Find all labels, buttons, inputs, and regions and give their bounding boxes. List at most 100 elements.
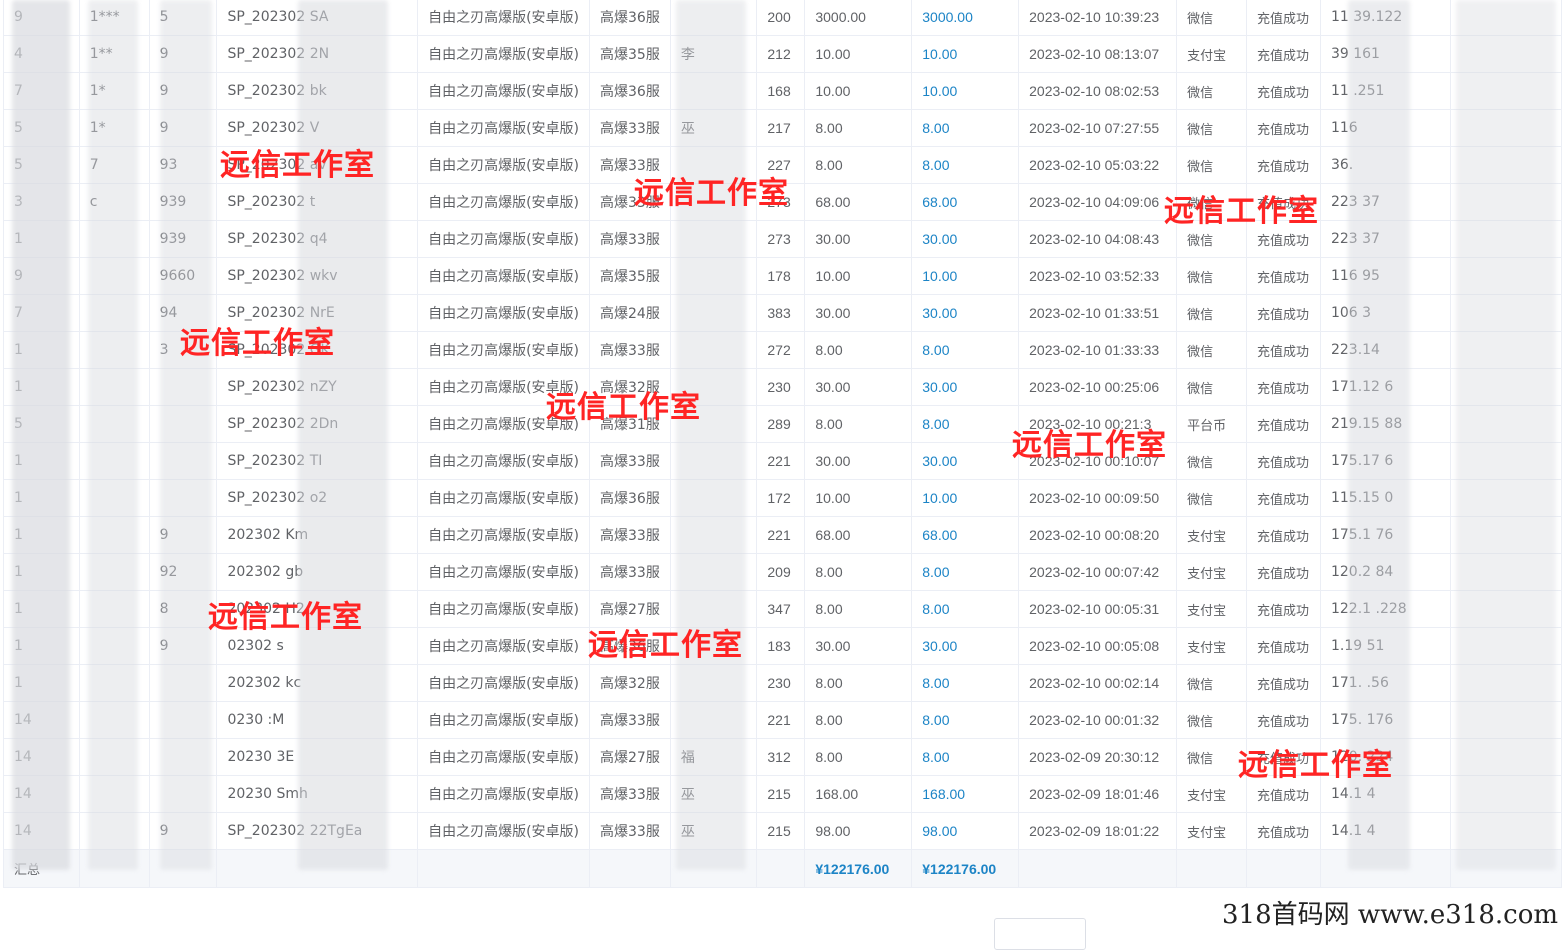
server-cell: 高爆33服 bbox=[589, 553, 671, 591]
status-cell: 充值成功 bbox=[1245, 627, 1321, 665]
role-level-cell: 217 bbox=[756, 109, 806, 147]
server-cell: 高爆33服 bbox=[589, 442, 671, 480]
role-level-cell: 272 bbox=[756, 331, 806, 369]
server-cell: 高爆33服 bbox=[589, 775, 671, 813]
order-time-cell: 2023-02-09 18:01:22 bbox=[1018, 812, 1178, 850]
status-cell: 充值成功 bbox=[1245, 146, 1321, 184]
game-name-cell: 自由之刃高爆版(安卓版) bbox=[417, 294, 591, 332]
order-time-cell: 2023-02-10 00:07:42 bbox=[1018, 553, 1178, 591]
role-level-cell: 221 bbox=[756, 701, 806, 739]
status-cell: 充值成功 bbox=[1245, 590, 1321, 628]
table-row: 99660SP_202302 wkv自由之刃高爆版(安卓版)高爆35服17810… bbox=[3, 257, 1562, 295]
status-cell: 充值成功 bbox=[1245, 516, 1321, 554]
server-cell: 高爆32服 bbox=[589, 664, 671, 702]
status-cell: 充值成功 bbox=[1245, 405, 1321, 443]
server-cell: 高爆35服 bbox=[589, 35, 671, 73]
page-size-select[interactable] bbox=[994, 918, 1086, 950]
order-time-cell: 2023-02-10 00:08:20 bbox=[1018, 516, 1178, 554]
status-cell: 充值成功 bbox=[1245, 553, 1321, 591]
role-level-cell: 230 bbox=[756, 368, 806, 406]
paid-amount-cell: 8.00 bbox=[911, 590, 1020, 628]
order-time-cell: 2023-02-10 04:08:43 bbox=[1018, 220, 1178, 258]
paid-amount-cell: 30.00 bbox=[911, 627, 1020, 665]
game-name-cell: 自由之刃高爆版(安卓版) bbox=[417, 183, 591, 221]
amount-cell: 10.00 bbox=[804, 35, 913, 73]
privacy-blur bbox=[160, 0, 212, 870]
table-row: 41**9SP_202302 2N自由之刃高爆版(安卓版)高爆35服李21210… bbox=[3, 35, 1562, 73]
payment-method-cell: 支付宝 bbox=[1176, 812, 1247, 850]
game-name-cell: 自由之刃高爆版(安卓版) bbox=[417, 35, 591, 73]
amount-cell: 8.00 bbox=[804, 664, 913, 702]
order-time-cell: 2023-02-10 00:25:06 bbox=[1018, 368, 1178, 406]
status-cell: 充值成功 bbox=[1245, 109, 1321, 147]
order-time-cell: 2023-02-10 10:39:23 bbox=[1018, 0, 1178, 36]
payment-method-cell: 微信 bbox=[1176, 0, 1247, 36]
recharge-orders-table: 91***5SP_202302 SA自由之刃高爆版(安卓版)高爆36服20030… bbox=[3, 0, 1562, 888]
payment-method-cell: 微信 bbox=[1176, 72, 1247, 110]
order-time-cell: 2023-02-10 00:21:3 bbox=[1018, 405, 1178, 443]
table-row: 51*9SP_202302 V自由之刃高爆版(安卓版)高爆33服巫2178.00… bbox=[3, 109, 1562, 147]
amount-cell: 8.00 bbox=[804, 590, 913, 628]
order-time-cell: 2023-02-10 08:13:07 bbox=[1018, 35, 1178, 73]
role-level-cell: 347 bbox=[756, 590, 806, 628]
game-name-cell: 自由之刃高爆版(安卓版) bbox=[417, 516, 591, 554]
amount-cell: 68.00 bbox=[804, 516, 913, 554]
amount-cell: 8.00 bbox=[804, 738, 913, 776]
paid-amount-cell: 30.00 bbox=[911, 220, 1020, 258]
role-level-cell: 273 bbox=[756, 183, 806, 221]
amount-cell: 68.00 bbox=[804, 183, 913, 221]
table-row: 1420230 Smh自由之刃高爆版(安卓版)高爆33服巫215168.0016… bbox=[3, 775, 1562, 813]
status-cell: 充值成功 bbox=[1245, 775, 1321, 813]
game-name-cell: 自由之刃高爆版(安卓版) bbox=[417, 664, 591, 702]
table-row: 5SP_202302 2Dn自由之刃高爆版(安卓版)高爆31服2898.008.… bbox=[3, 405, 1562, 443]
amount-cell: 10.00 bbox=[804, 479, 913, 517]
payment-method-cell: 微信 bbox=[1176, 146, 1247, 184]
amount-cell: 10.00 bbox=[804, 72, 913, 110]
server-cell: 高爆33服 bbox=[589, 109, 671, 147]
status-cell: 充值成功 bbox=[1245, 183, 1321, 221]
amount-cell: 30.00 bbox=[804, 368, 913, 406]
game-name-cell: 自由之刃高爆版(安卓版) bbox=[417, 331, 591, 369]
payment-method-cell: 支付宝 bbox=[1176, 627, 1247, 665]
paid-amount-cell: 10.00 bbox=[911, 35, 1020, 73]
privacy-blur bbox=[298, 0, 388, 870]
order-time-cell: 2023-02-10 00:09:50 bbox=[1018, 479, 1178, 517]
paid-amount-cell: 3000.00 bbox=[911, 0, 1020, 36]
game-name-cell: 自由之刃高爆版(安卓版) bbox=[417, 405, 591, 443]
role-level-cell: 178 bbox=[756, 257, 806, 295]
server-cell: 高爆36服 bbox=[589, 479, 671, 517]
table-row: 149SP_202302 22TgEa自由之刃高爆版(安卓版)高爆33服巫215… bbox=[3, 812, 1562, 850]
payment-method-cell: 支付宝 bbox=[1176, 35, 1247, 73]
privacy-blur bbox=[12, 0, 70, 870]
order-time-cell: 2023-02-10 01:33:51 bbox=[1018, 294, 1178, 332]
paid-amount-cell: 30.00 bbox=[911, 368, 1020, 406]
payment-method-cell: 微信 bbox=[1176, 738, 1247, 776]
order-time-cell: 2023-02-10 00:10:07 bbox=[1018, 442, 1178, 480]
role-level-cell: 289 bbox=[756, 405, 806, 443]
table-row: 18202302 H2自由之刃高爆版(安卓版)高爆27服3478.008.002… bbox=[3, 590, 1562, 628]
paid-amount-cell: 68.00 bbox=[911, 183, 1020, 221]
server-cell: 高爆36服 bbox=[589, 72, 671, 110]
paid-amount-cell: 98.00 bbox=[911, 812, 1020, 850]
role-level-cell: 215 bbox=[756, 775, 806, 813]
amount-cell: 8.00 bbox=[804, 331, 913, 369]
paid-amount-cell: 8.00 bbox=[911, 146, 1020, 184]
game-name-cell: 自由之刃高爆版(安卓版) bbox=[417, 553, 591, 591]
status-cell: 充值成功 bbox=[1245, 664, 1321, 702]
payment-method-cell: 支付宝 bbox=[1176, 516, 1247, 554]
order-time-cell: 2023-02-10 03:52:33 bbox=[1018, 257, 1178, 295]
payment-method-cell: 支付宝 bbox=[1176, 553, 1247, 591]
paid-amount-cell: 10.00 bbox=[911, 72, 1020, 110]
payment-method-cell: 微信 bbox=[1176, 109, 1247, 147]
game-name-cell: 自由之刃高爆版(安卓版) bbox=[417, 590, 591, 628]
role-level-cell: 215 bbox=[756, 812, 806, 850]
role-level-cell: 221 bbox=[756, 516, 806, 554]
role-level-cell: 273 bbox=[756, 220, 806, 258]
privacy-blur bbox=[676, 0, 746, 870]
status-cell: 充值成功 bbox=[1245, 0, 1321, 36]
role-level-cell: 312 bbox=[756, 738, 806, 776]
game-name-cell: 自由之刃高爆版(安卓版) bbox=[417, 220, 591, 258]
table-row: 192202302 gb自由之刃高爆版(安卓版)高爆33服2098.008.00… bbox=[3, 553, 1562, 591]
game-name-cell: 自由之刃高爆版(安卓版) bbox=[417, 257, 591, 295]
paid-amount-cell: 8.00 bbox=[911, 109, 1020, 147]
